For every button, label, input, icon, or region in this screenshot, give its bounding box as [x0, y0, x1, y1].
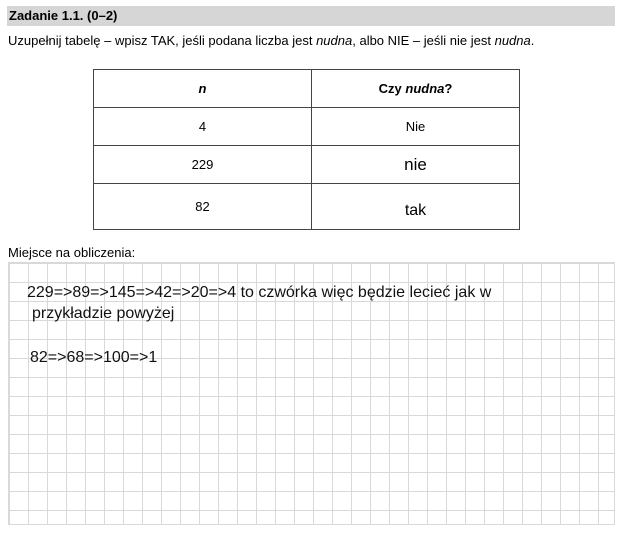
work-area-label: Miejsce na obliczenia: [8, 245, 136, 260]
header-nudna: Czy nudna? [311, 69, 520, 108]
cell-n: 229 [93, 145, 312, 184]
cell-answer: Nie [311, 107, 520, 146]
table-header-row: n Czy nudna? [93, 69, 520, 108]
table-row: 4 Nie [93, 107, 520, 146]
calc-line-3: 82=>68=>100=>1 [30, 349, 158, 366]
task-header: Zadanie 1.1. (0–2) [7, 6, 615, 26]
calc-line-2: przykładzie powyżej [32, 305, 175, 322]
table-row: 82 tak [93, 183, 520, 230]
answer-table: n Czy nudna? 4 Nie 229 nie 82 tak [93, 69, 520, 230]
cell-answer-handwritten[interactable]: tak [311, 183, 520, 230]
header-n: n [93, 69, 312, 108]
instruction-text: Uzupełnij tabelę – wpisz TAK, jeśli poda… [8, 33, 535, 48]
task-title: Zadanie 1.1. (0–2) [9, 8, 118, 23]
table-row: 229 nie [93, 145, 520, 184]
cell-answer-handwritten[interactable]: nie [311, 145, 520, 184]
cell-n: 82 [93, 183, 312, 230]
calc-line-1: 229=>89=>145=>42=>20=>4 to czwórka więc … [27, 284, 492, 301]
cell-n: 4 [93, 107, 312, 146]
